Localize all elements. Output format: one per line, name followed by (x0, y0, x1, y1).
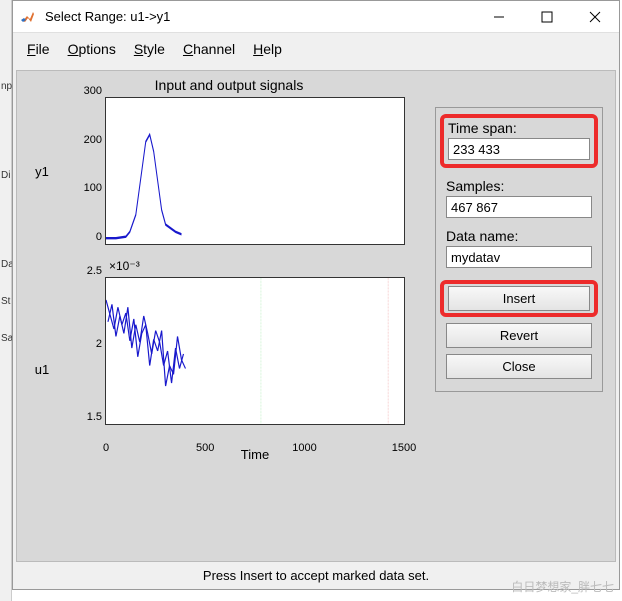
close-button[interactable] (571, 1, 619, 33)
u1-line (106, 278, 404, 424)
chart-u1[interactable]: 1.5 2 2.5 0 500 1000 1500 (105, 277, 405, 425)
dataname-label: Data name: (446, 228, 592, 244)
ytick: 200 (84, 134, 102, 146)
close-panel-button[interactable]: Close (446, 354, 592, 379)
xtick: 0 (103, 442, 109, 454)
titlebar: Select Range: u1->y1 (13, 1, 619, 33)
highlight-insert: Insert (440, 280, 598, 317)
dataname-input[interactable] (446, 246, 592, 268)
samples-input[interactable] (446, 196, 592, 218)
timespan-label: Time span: (448, 120, 590, 136)
x-axis-label: Time (105, 447, 405, 462)
highlight-timespan: Time span: (440, 114, 598, 168)
matlab-icon (19, 8, 37, 26)
revert-button[interactable]: Revert (446, 323, 592, 348)
menu-options[interactable]: Options (68, 41, 116, 57)
samples-label: Samples: (446, 178, 592, 194)
xtick: 1500 (392, 442, 416, 454)
ytick: 2.5 (87, 265, 102, 277)
menubar: File Options Style Channel Help (13, 33, 619, 67)
watermark: 白日梦想家_胖七七 (511, 578, 614, 595)
strip-label: Da (0, 256, 11, 273)
ytick: 1.5 (87, 411, 102, 423)
window: Select Range: u1->y1 File Options Style … (12, 0, 620, 590)
menu-file[interactable]: File (27, 41, 50, 57)
y1-line (106, 98, 404, 244)
strip-label: St (0, 293, 11, 310)
xtick: 500 (196, 442, 214, 454)
y1-axis-label: y1 (29, 164, 55, 179)
strip-label: Sa (0, 330, 11, 347)
window-title: Select Range: u1->y1 (43, 9, 475, 24)
u1-axis-label: u1 (29, 362, 55, 377)
chart-y1[interactable]: 0 100 200 300 (105, 97, 405, 245)
ytick: 0 (96, 231, 102, 243)
menu-channel[interactable]: Channel (183, 41, 235, 57)
ytick: 2 (96, 338, 102, 350)
exponent-label: ×10⁻³ (109, 259, 140, 273)
timespan-input[interactable] (448, 138, 590, 160)
status-text: Press Insert to accept marked data set. (203, 568, 429, 583)
minimize-button[interactable] (475, 1, 523, 33)
xtick: 1000 (292, 442, 316, 454)
control-panel: Time span: Samples: Data name: Insert Re… (435, 107, 603, 392)
strip-label: Di (0, 167, 11, 184)
menu-help[interactable]: Help (253, 41, 282, 57)
strip-label: np (0, 78, 11, 95)
menu-style[interactable]: Style (134, 41, 165, 57)
ytick: 300 (84, 85, 102, 97)
maximize-button[interactable] (523, 1, 571, 33)
ytick: 100 (84, 182, 102, 194)
content-area: Input and output signals y1 0 100 200 30… (16, 70, 616, 566)
insert-button[interactable]: Insert (448, 286, 590, 311)
